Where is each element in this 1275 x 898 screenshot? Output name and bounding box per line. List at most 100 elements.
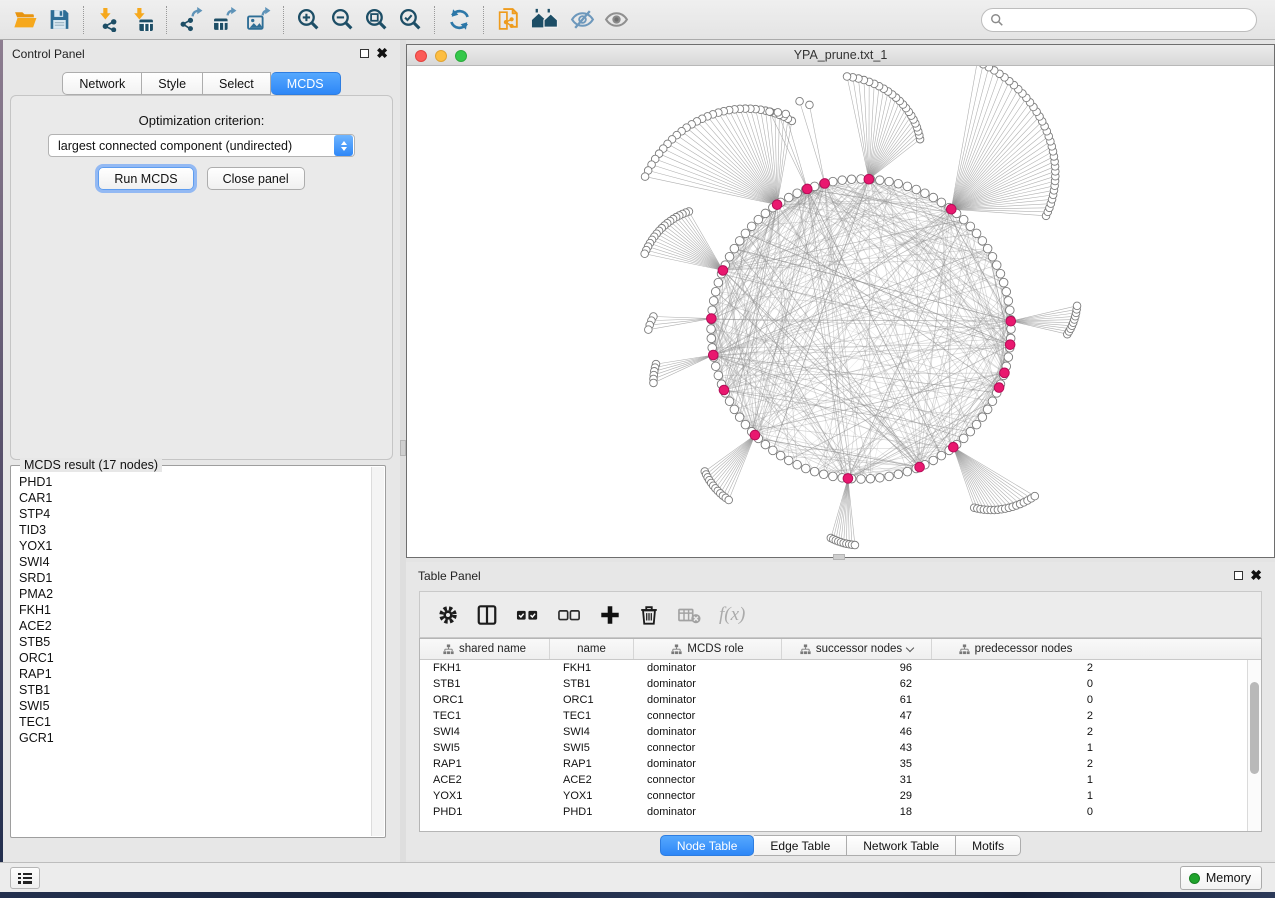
network-view-titlebar[interactable]: YPA_prune.txt_1	[407, 45, 1274, 66]
scrollbar-thumb[interactable]	[1250, 682, 1259, 774]
tab-select[interactable]: Select	[203, 72, 271, 95]
tab-network[interactable]: Network	[62, 72, 142, 95]
table-settings-gear-icon[interactable]	[437, 604, 459, 626]
toolbar-separator	[483, 6, 484, 34]
tab-motifs[interactable]: Motifs	[956, 835, 1021, 856]
network-canvas[interactable]	[407, 66, 1274, 557]
show-all-icon[interactable]	[599, 4, 633, 36]
search-input[interactable]	[1004, 13, 1256, 27]
column-header-name[interactable]: name	[550, 639, 634, 659]
mcds-result-item[interactable]: RAP1	[19, 666, 371, 682]
table-cell: TEC1	[420, 710, 550, 722]
table-row[interactable]: TEC1TEC1connector472	[420, 708, 1247, 724]
table-cell: 31	[782, 774, 932, 786]
mcds-result-item[interactable]: ACE2	[19, 618, 371, 634]
close-window-icon[interactable]	[415, 50, 427, 62]
export-image-icon[interactable]	[242, 4, 276, 36]
table-row[interactable]: RAP1RAP1dominator352	[420, 756, 1247, 772]
mcds-result-item[interactable]: PHD1	[19, 474, 371, 490]
close-panel-button[interactable]: Close panel	[207, 167, 305, 190]
mcds-result-item[interactable]: PMA2	[19, 586, 371, 602]
mcds-result-item[interactable]: SWI5	[19, 698, 371, 714]
tab-node-table[interactable]: Node Table	[660, 835, 755, 856]
criterion-dropdown[interactable]: largest connected component (undirected)	[48, 134, 355, 157]
table-row[interactable]: PHD1PHD1dominator180	[420, 804, 1247, 820]
show-columns-icon[interactable]	[476, 604, 498, 626]
mcds-result-item[interactable]: TEC1	[19, 714, 371, 730]
import-table-icon[interactable]	[125, 4, 159, 36]
export-table-icon[interactable]	[208, 4, 242, 36]
hide-selected-icon[interactable]	[565, 4, 599, 36]
desktop-edge-bottom	[0, 892, 1275, 898]
table-row[interactable]: FKH1FKH1dominator962	[420, 660, 1247, 676]
select-all-icon[interactable]	[515, 604, 540, 626]
column-header-shared-name[interactable]: shared name	[420, 639, 550, 659]
table-cell: 2	[932, 662, 1099, 674]
table-cell: RAP1	[420, 758, 550, 770]
table-row[interactable]: ACE2ACE2connector311	[420, 772, 1247, 788]
search-icon	[990, 13, 1004, 27]
mcds-result-item[interactable]: STB5	[19, 634, 371, 650]
network-graph	[407, 66, 1274, 557]
add-column-icon[interactable]	[599, 604, 621, 626]
table-row[interactable]: STB1STB1dominator620	[420, 676, 1247, 692]
mcds-result-item[interactable]: STP4	[19, 506, 371, 522]
table-row[interactable]: SWI4SWI4dominator462	[420, 724, 1247, 740]
minimize-window-icon[interactable]	[435, 50, 447, 62]
mcds-result-list[interactable]: PHD1CAR1STP4TID3YOX1SWI4SRD1PMA2FKH1ACE2…	[12, 472, 371, 836]
function-builder-icon[interactable]: f(x)	[719, 604, 745, 626]
table-cell: dominator	[634, 694, 782, 706]
mcds-result-item[interactable]: GCR1	[19, 730, 371, 746]
mcds-result-item[interactable]: SWI4	[19, 554, 371, 570]
table-row[interactable]: ORC1ORC1dominator610	[420, 692, 1247, 708]
task-history-button[interactable]	[10, 867, 40, 889]
float-panel-icon[interactable]	[1234, 571, 1243, 580]
mcds-result-item[interactable]: ORC1	[19, 650, 371, 666]
zoom-fit-icon[interactable]	[359, 4, 393, 36]
deselect-all-icon[interactable]	[557, 604, 582, 626]
table-scrollbar[interactable]	[1247, 660, 1261, 831]
export-network-icon[interactable]	[174, 4, 208, 36]
table-cell: connector	[634, 774, 782, 786]
table-row[interactable]: SWI5SWI5connector431	[420, 740, 1247, 756]
float-panel-icon[interactable]	[360, 49, 369, 58]
tab-style[interactable]: Style	[142, 72, 203, 95]
close-panel-icon[interactable]: ✖	[1250, 566, 1262, 584]
zoom-out-icon[interactable]	[325, 4, 359, 36]
mcds-result-item[interactable]: CAR1	[19, 490, 371, 506]
table-cell: 61	[782, 694, 932, 706]
zoom-window-icon[interactable]	[455, 50, 467, 62]
mcds-list-scrollbar[interactable]	[371, 467, 384, 836]
memory-status-icon	[1189, 873, 1200, 884]
column-header-successor-nodes[interactable]: successor nodes	[782, 639, 932, 659]
splitter-handle[interactable]	[833, 554, 845, 560]
network-column-icon	[800, 644, 811, 655]
table-cell: STB1	[550, 678, 634, 690]
import-network-icon[interactable]	[91, 4, 125, 36]
close-panel-icon[interactable]: ✖	[376, 44, 388, 62]
mcds-result-item[interactable]: SRD1	[19, 570, 371, 586]
zoom-selected-icon[interactable]	[393, 4, 427, 36]
search-box[interactable]	[981, 8, 1257, 32]
mcds-result-item[interactable]: STB1	[19, 682, 371, 698]
refresh-icon[interactable]	[442, 4, 476, 36]
mcds-result-item[interactable]: YOX1	[19, 538, 371, 554]
table-row[interactable]: YOX1YOX1connector291	[420, 788, 1247, 804]
zoom-in-icon[interactable]	[291, 4, 325, 36]
tab-network-table[interactable]: Network Table	[847, 835, 956, 856]
memory-button[interactable]: Memory	[1180, 866, 1262, 890]
open-file-icon[interactable]	[8, 4, 42, 36]
new-network-from-selection-icon[interactable]	[491, 4, 525, 36]
tab-mcds[interactable]: MCDS	[271, 72, 341, 95]
first-neighbors-icon[interactable]	[525, 4, 565, 36]
delete-table-icon[interactable]	[677, 604, 702, 626]
delete-column-trash-icon[interactable]	[638, 604, 660, 626]
mcds-result-item[interactable]: TID3	[19, 522, 371, 538]
tab-edge-table[interactable]: Edge Table	[754, 835, 847, 856]
column-header-mcds-role[interactable]: MCDS role	[634, 639, 782, 659]
mcds-result-item[interactable]: FKH1	[19, 602, 371, 618]
column-header-predecessor-nodes[interactable]: predecessor nodes	[932, 639, 1099, 659]
save-session-icon[interactable]	[42, 4, 76, 36]
table-panel-tabs: Node Table Edge Table Network Table Moti…	[406, 835, 1275, 856]
run-mcds-button[interactable]: Run MCDS	[98, 167, 193, 190]
